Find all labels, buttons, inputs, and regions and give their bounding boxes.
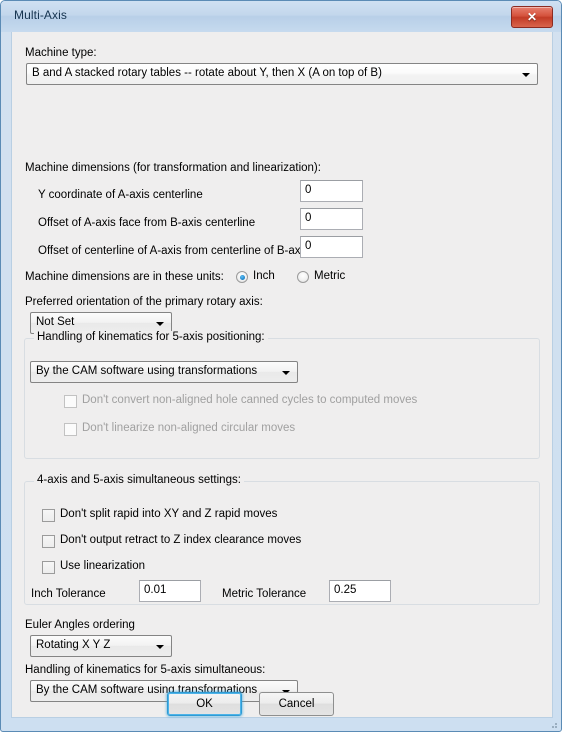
machine-dimensions-heading: Machine dimensions (for transformation a… bbox=[25, 162, 321, 174]
multi-axis-dialog: Multi-Axis ✕ Machine type: B and A stack… bbox=[0, 0, 562, 732]
checkbox-no-retract-z-index-label: Don't output retract to Z index clearanc… bbox=[60, 534, 302, 546]
checkbox-indicator bbox=[64, 423, 77, 436]
dimension-input-a-face-offset[interactable]: 0 bbox=[300, 208, 363, 230]
chevron-down-icon bbox=[156, 645, 164, 649]
metric-tolerance-value: 0.25 bbox=[334, 584, 357, 596]
dimension-label-a-b-centerline-offset: Offset of centerline of A-axis from cent… bbox=[38, 245, 309, 257]
close-button[interactable]: ✕ bbox=[511, 6, 553, 28]
kinematics-simultaneous-label: Handling of kinematics for 5-axis simult… bbox=[25, 664, 266, 676]
kinematics-positioning-group-title: Handling of kinematics for 5-axis positi… bbox=[34, 331, 268, 343]
units-label: Machine dimensions are in these units: bbox=[25, 271, 224, 283]
metric-tolerance-input[interactable]: 0.25 bbox=[329, 580, 391, 602]
checkbox-indicator bbox=[64, 395, 77, 408]
euler-angles-combo-value: Rotating X Y Z bbox=[36, 639, 111, 651]
chevron-down-icon bbox=[156, 322, 164, 326]
orientation-label: Preferred orientation of the primary rot… bbox=[25, 296, 263, 308]
dimension-value-a-face-offset: 0 bbox=[305, 212, 312, 224]
inch-tolerance-label: Inch Tolerance bbox=[31, 588, 106, 600]
dimension-input-y-coordinate[interactable]: 0 bbox=[300, 180, 363, 202]
units-radio-metric[interactable]: Metric bbox=[297, 270, 361, 285]
units-radio-inch-label: Inch bbox=[253, 270, 275, 282]
dimension-label-y-coordinate: Y coordinate of A-axis centerline bbox=[38, 189, 203, 201]
checkbox-no-convert-canned-cycles-label: Don't convert non-aligned hole canned cy… bbox=[82, 394, 418, 406]
checkbox-no-split-rapid-label: Don't split rapid into XY and Z rapid mo… bbox=[60, 508, 278, 520]
inch-tolerance-value: 0.01 bbox=[144, 584, 167, 596]
cancel-button[interactable]: Cancel bbox=[259, 692, 334, 716]
kinematics-simultaneous-combo-value: By the CAM software using transformation… bbox=[36, 684, 258, 696]
simultaneous-settings-group-title: 4-axis and 5-axis simultaneous settings: bbox=[34, 474, 244, 486]
machine-type-combo-value: B and A stacked rotary tables -- rotate … bbox=[32, 67, 382, 79]
machine-type-label: Machine type: bbox=[25, 47, 97, 59]
ok-button[interactable]: OK bbox=[167, 692, 242, 716]
checkbox-use-linearization-label: Use linearization bbox=[60, 560, 146, 572]
resize-grip[interactable] bbox=[547, 718, 559, 730]
dimension-label-a-face-offset: Offset of A-axis face from B-axis center… bbox=[38, 217, 256, 229]
radio-indicator-metric bbox=[297, 271, 309, 283]
chevron-down-icon bbox=[522, 73, 530, 77]
metric-tolerance-label: Metric Tolerance bbox=[222, 588, 307, 600]
chevron-down-icon bbox=[282, 371, 290, 375]
dimension-input-a-b-centerline-offset[interactable]: 0 bbox=[300, 236, 363, 258]
orientation-combo-value: Not Set bbox=[36, 316, 75, 328]
checkbox-indicator bbox=[42, 509, 55, 522]
close-icon: ✕ bbox=[526, 10, 538, 24]
units-radio-metric-label: Metric bbox=[314, 270, 346, 282]
inch-tolerance-input[interactable]: 0.01 bbox=[139, 580, 201, 602]
kinematics-positioning-combo[interactable]: By the CAM software using transformation… bbox=[30, 361, 298, 383]
euler-angles-label: Euler Angles ordering bbox=[25, 619, 135, 631]
checkbox-indicator bbox=[42, 561, 55, 574]
checkbox-indicator bbox=[42, 535, 55, 548]
euler-angles-combo[interactable]: Rotating X Y Z bbox=[30, 635, 172, 657]
window-title: Multi-Axis bbox=[14, 8, 68, 22]
kinematics-positioning-combo-value: By the CAM software using transformation… bbox=[36, 365, 258, 377]
units-radio-inch[interactable]: Inch bbox=[236, 270, 292, 285]
checkbox-no-linearize-circular-moves-label: Don't linearize non-aligned circular mov… bbox=[82, 422, 296, 434]
dimension-value-y-coordinate: 0 bbox=[305, 184, 312, 196]
title-bar: Multi-Axis ✕ bbox=[1, 1, 561, 32]
dialog-client-area: Machine type: B and A stacked rotary tab… bbox=[11, 32, 553, 718]
kinematics-simultaneous-combo[interactable]: By the CAM software using transformation… bbox=[30, 680, 298, 702]
machine-type-combo[interactable]: B and A stacked rotary tables -- rotate … bbox=[26, 63, 538, 85]
dimension-value-a-b-centerline-offset: 0 bbox=[305, 240, 312, 252]
radio-indicator-inch bbox=[236, 271, 248, 283]
